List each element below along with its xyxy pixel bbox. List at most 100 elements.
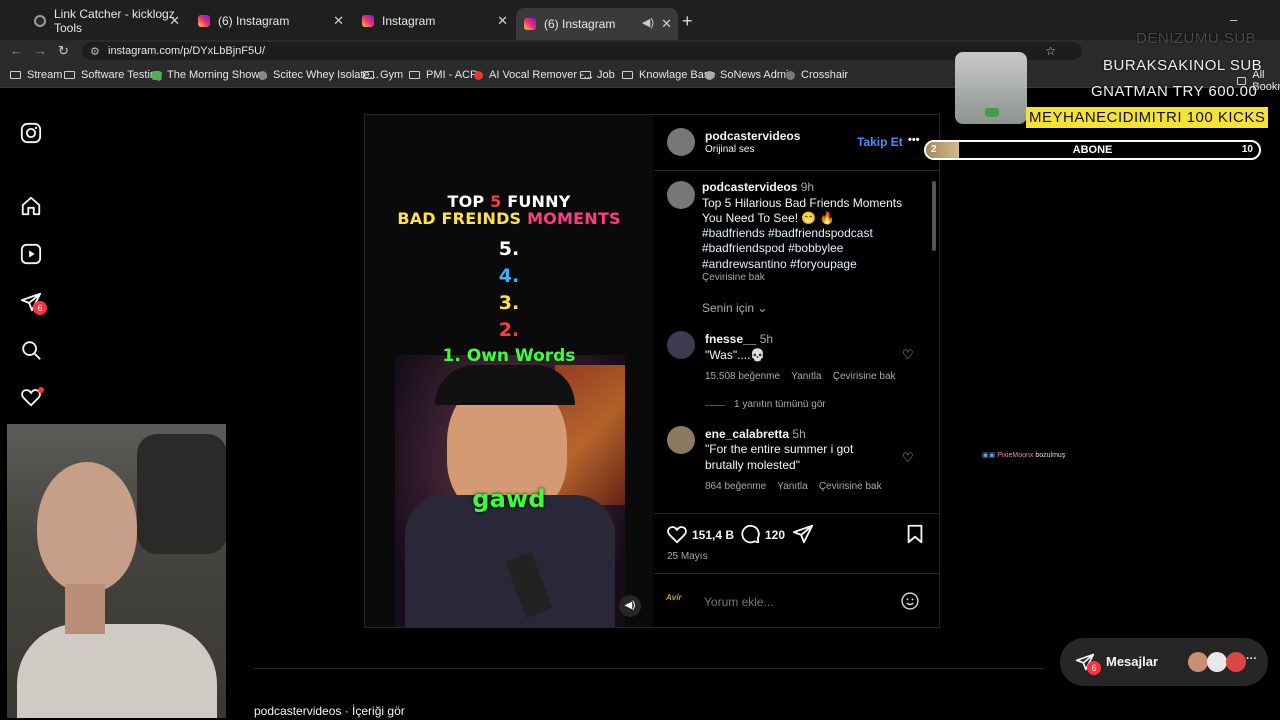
comment-count[interactable]: 120 <box>765 528 785 542</box>
bookmark-item[interactable]: Scitec Whey Isolate... <box>258 69 379 81</box>
post-username[interactable]: podcastervideos <box>705 129 800 143</box>
comments-scrollbar[interactable] <box>931 173 937 511</box>
audio-label[interactable]: Orijinal ses <box>705 144 754 155</box>
reply-button[interactable]: Yanıtla <box>791 371 821 382</box>
bookmark-item[interactable]: PMI - ACP <box>409 69 477 81</box>
reel-video[interactable]: TOP 5 FUNNY BAD FREINDS MOMENTS 5. 4. 3.… <box>365 115 653 627</box>
close-tab-icon[interactable]: ✕ <box>497 13 508 29</box>
comment-time: 5h <box>792 427 806 441</box>
emoji-icon[interactable] <box>900 591 920 616</box>
divider <box>654 573 940 574</box>
translate-link[interactable]: Çevirisine bak <box>833 371 896 382</box>
speaker-icon[interactable]: ◀) <box>642 16 654 29</box>
caption-text-line2: You Need To See! 😁 🔥 <box>702 211 835 225</box>
bookmark-item[interactable]: Software Testing <box>64 69 162 81</box>
home-icon[interactable] <box>20 195 44 219</box>
bookmark-item[interactable]: The Morning Show... <box>152 69 268 81</box>
search-icon[interactable] <box>20 339 44 363</box>
forward-icon[interactable]: → <box>34 43 47 58</box>
caption-username[interactable]: podcastervideos <box>702 180 797 194</box>
tab-title: (6) Instagram <box>218 14 290 28</box>
share-button[interactable] <box>792 523 814 550</box>
globe-icon <box>34 15 46 27</box>
bookmark-item[interactable]: Gym <box>363 69 403 81</box>
bookmark-item[interactable]: Job <box>580 69 615 81</box>
like-comment-icon[interactable]: ♡ <box>902 450 916 465</box>
like-comment-icon[interactable]: ♡ <box>902 347 916 362</box>
messages-button[interactable]: 6 Mesajlar ··· <box>1060 638 1268 686</box>
comment-button[interactable] <box>739 523 761 550</box>
browser-tab[interactable]: Instagram ✕ <box>354 10 514 32</box>
overlay-glass-image <box>955 52 1027 124</box>
folder-icon <box>363 71 374 79</box>
bookmark-label: AI Vocal Remover -... <box>489 69 593 81</box>
rank-2: 2. <box>498 319 520 341</box>
bookmarks-bar: Stream Software Testing The Morning Show… <box>0 62 1280 93</box>
folder-icon <box>580 71 591 79</box>
reels-icon[interactable] <box>20 243 44 267</box>
bookmark-label: Job <box>597 69 615 81</box>
comment-input[interactable] <box>704 593 894 611</box>
comment-time: 5h <box>759 332 774 346</box>
avatar[interactable] <box>667 128 695 156</box>
bookmark-item[interactable]: AI Vocal Remover -... <box>474 69 593 81</box>
close-tab-icon[interactable]: ✕ <box>661 16 672 32</box>
like-count[interactable]: 151,4 B <box>692 528 734 542</box>
caption-hashtags-line2[interactable]: #badfriendspod #bobbylee <box>702 241 843 255</box>
like-button[interactable] <box>666 523 688 550</box>
mute-toggle-icon[interactable]: ◀) <box>619 595 641 617</box>
tab-title: Link Catcher - kicklogz Tools <box>54 7 175 35</box>
address-bar-row: ← → ↻ ⚙ instagram.com/p/DYxLbBjnF5U/ ☆ <box>0 40 1280 62</box>
sort-dropdown[interactable]: Senin için ⌄ <box>702 301 767 315</box>
more-options-icon[interactable]: ••• <box>908 134 920 146</box>
view-replies-button[interactable]: 1 yanıtın tümünü gör <box>734 399 826 410</box>
instagram-icon <box>362 15 374 27</box>
reply-button[interactable]: Yanıtla <box>777 481 807 492</box>
browser-tab-active[interactable]: (6) Instagram ◀) ✕ <box>516 8 678 40</box>
close-tab-icon[interactable]: ✕ <box>333 13 344 29</box>
comment-username[interactable]: ene_calabretta <box>705 427 789 441</box>
bookmark-item[interactable]: Crosshair <box>786 69 848 81</box>
chair-shape <box>137 434 226 554</box>
caption-hashtags-line3[interactable]: #andrewsantino #foryoupage <box>702 257 857 271</box>
title-highlight: MOMENTS <box>527 209 621 228</box>
star-icon[interactable]: ☆ <box>1045 42 1056 60</box>
minimize-icon[interactable]: – <box>1230 12 1237 27</box>
comment-username[interactable]: fnesse__ <box>705 332 756 346</box>
avatar[interactable] <box>667 426 695 454</box>
avatar <box>1207 652 1227 672</box>
bookmark-item[interactable]: SoNews Admin <box>705 69 795 81</box>
comment-header: ene_calabretta 5h <box>705 427 806 441</box>
caption-hashtags-line1[interactable]: #badfriends #badfriendspodcast <box>702 226 873 240</box>
tab-title: Instagram <box>382 14 436 28</box>
instagram-logo-icon[interactable] <box>20 122 44 146</box>
scroll-thumb[interactable] <box>932 181 936 251</box>
overlay-event-line1: BURAKSAKINOL SUB <box>1103 57 1263 74</box>
url-input[interactable]: ⚙ instagram.com/p/DYxLbBjnF5U/ ☆ <box>82 42 1082 60</box>
translate-link[interactable]: Çevirisine bak <box>702 272 765 283</box>
video-caption: gawd <box>472 485 546 513</box>
comment-text: "Was"....💀 <box>705 348 766 362</box>
avatar[interactable] <box>667 331 695 359</box>
bookmark-item[interactable]: Stream <box>10 69 62 81</box>
close-tab-icon[interactable]: ✕ <box>169 13 180 29</box>
notifications-heart-icon[interactable] <box>20 386 44 410</box>
bookmark-label: Gym <box>380 69 404 81</box>
instagram-icon <box>524 18 536 30</box>
sort-label: Senin için <box>702 301 755 315</box>
browser-tab[interactable]: (6) Instagram ✕ <box>190 10 350 32</box>
bookmark-label: Software Testing <box>81 69 163 81</box>
translate-link[interactable]: Çevirisine bak <box>819 481 882 492</box>
follow-button[interactable]: Takip Et <box>857 135 903 149</box>
save-button[interactable] <box>904 523 926 550</box>
bookmark-label: Crosshair <box>801 69 849 81</box>
messages-icon[interactable]: 6 <box>20 291 47 315</box>
browser-tab[interactable]: Link Catcher - kicklogz Tools ✕ <box>26 7 186 35</box>
bookmark-item[interactable]: Knowlage Base <box>622 69 715 81</box>
site-info-icon[interactable]: ⚙ <box>90 43 100 61</box>
avatar[interactable] <box>667 181 695 209</box>
new-tab-button[interactable]: + <box>682 11 693 32</box>
reload-icon[interactable]: ↻ <box>58 43 69 59</box>
subscriber-goal-bar: 2 ABONE 10 <box>924 140 1261 160</box>
back-icon[interactable]: ← <box>10 43 23 58</box>
